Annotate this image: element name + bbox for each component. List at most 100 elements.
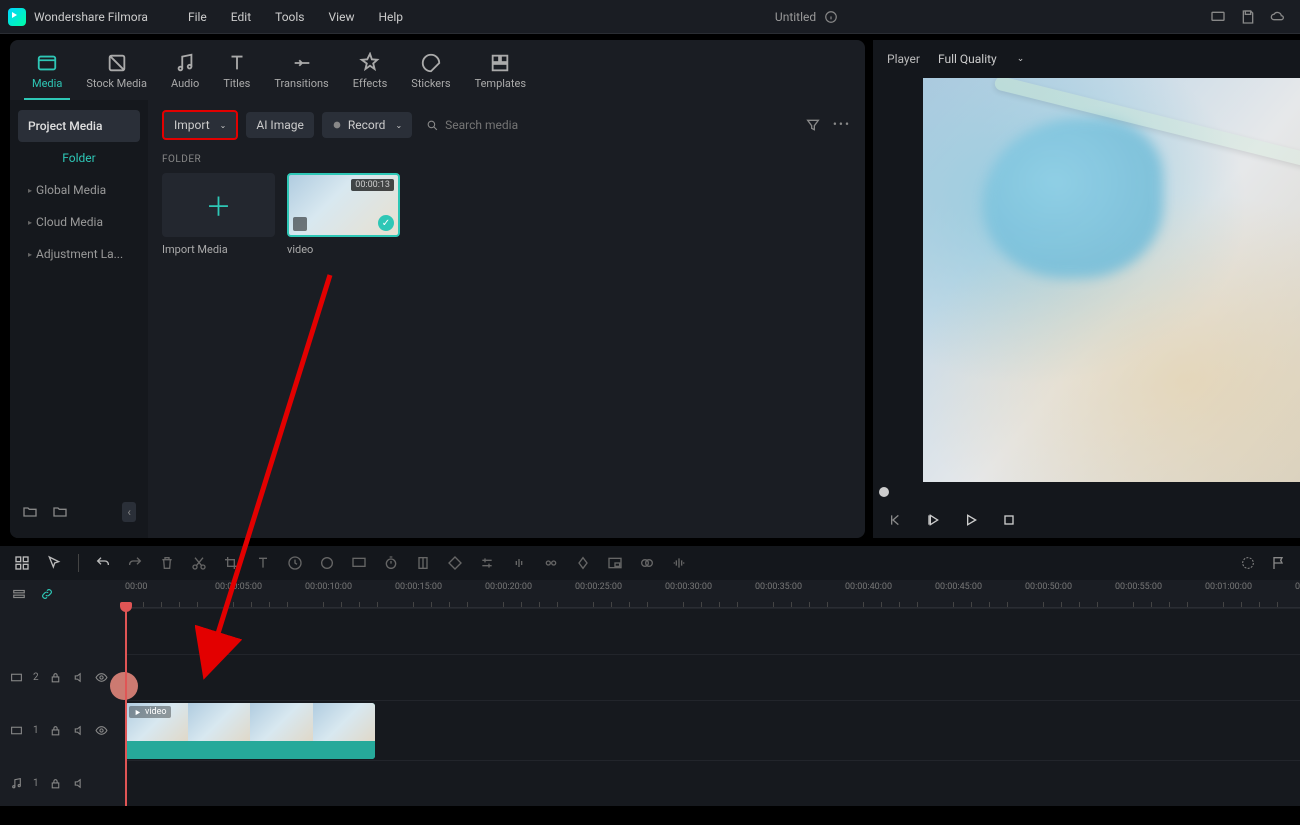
save-icon[interactable] [1240, 9, 1256, 25]
track-lane-v1[interactable]: video [125, 700, 1300, 760]
timeline: 00:0000:00:05:0000:00:10:0000:00:15:0000… [0, 546, 1300, 806]
project-title-area: Untitled [403, 10, 1210, 24]
tracks-area: 2 1 video [0, 608, 1300, 806]
info-icon[interactable] [824, 10, 838, 24]
play-button[interactable] [963, 512, 979, 528]
filter-icon[interactable] [805, 117, 821, 133]
project-title: Untitled [775, 10, 816, 24]
keyframe-icon[interactable] [575, 555, 591, 571]
tab-templates[interactable]: Templates [467, 48, 534, 100]
folder-icon[interactable] [52, 504, 68, 520]
sidebar-item-adjustment-layer[interactable]: ▸Adjustment La... [18, 238, 140, 270]
timeline-clip-video[interactable]: video [125, 703, 375, 759]
delete-icon[interactable] [159, 555, 175, 571]
audio-icon[interactable] [511, 555, 527, 571]
menu-tools[interactable]: Tools [275, 10, 304, 24]
preview-scrubber[interactable] [873, 482, 1300, 502]
menubar: File Edit Tools View Help [188, 10, 403, 24]
sidebar-item-folder[interactable]: Folder [18, 142, 140, 174]
group-icon[interactable] [543, 555, 559, 571]
tab-media[interactable]: Media [24, 48, 70, 100]
text-icon[interactable] [255, 555, 271, 571]
video-track-icon [10, 724, 23, 737]
sidebar-item-global-media[interactable]: ▸Global Media [18, 174, 140, 206]
cloud-icon[interactable] [1270, 9, 1286, 25]
collapse-sidebar-button[interactable]: ‹ [122, 502, 136, 522]
audio-track-icon [10, 777, 23, 790]
stop-button[interactable] [1001, 512, 1017, 528]
ai-image-button[interactable]: AI Image [246, 112, 313, 138]
cut-icon[interactable] [191, 555, 207, 571]
timeline-view-icon[interactable] [12, 587, 26, 601]
tab-stickers[interactable]: Stickers [403, 48, 458, 100]
adjust-icon[interactable] [479, 555, 495, 571]
tab-audio[interactable]: Audio [163, 48, 207, 100]
screen-icon2[interactable] [351, 555, 367, 571]
waveform-icon[interactable] [671, 555, 687, 571]
lock-icon[interactable] [49, 777, 62, 790]
prev-frame-button[interactable] [887, 512, 903, 528]
scrubber-handle[interactable] [879, 487, 889, 497]
screen-icon[interactable] [1210, 9, 1226, 25]
import-media-tile[interactable]: ＋ [162, 173, 275, 237]
video-track-icon [10, 671, 23, 684]
preview-viewport[interactable] [923, 78, 1300, 482]
play-pause-icon[interactable] [925, 512, 941, 528]
crop-icon[interactable] [223, 555, 239, 571]
mask-icon[interactable] [639, 555, 655, 571]
menu-view[interactable]: View [329, 10, 355, 24]
sidebar-item-project-media[interactable]: Project Media [18, 110, 140, 142]
play-controls [873, 502, 1300, 538]
audio-indicator [110, 672, 138, 700]
quality-select[interactable]: Full Quality⌄ [938, 52, 1024, 66]
sidebar-item-cloud-media[interactable]: ▸Cloud Media [18, 206, 140, 238]
pip-icon[interactable] [607, 555, 623, 571]
cursor-icon[interactable] [46, 555, 62, 571]
timeline-ruler[interactable]: 00:0000:00:05:0000:00:10:0000:00:15:0000… [125, 580, 1300, 608]
tag-icon[interactable] [447, 555, 463, 571]
new-folder-icon[interactable] [22, 504, 38, 520]
tab-titles[interactable]: Titles [215, 48, 258, 100]
link-icon[interactable] [40, 587, 54, 601]
thumb-duration: 00:00:13 [351, 179, 394, 191]
media-area: Import⌄ AI Image Record⌄ ••• FOLDER [148, 100, 865, 538]
track-spacer [0, 608, 1300, 654]
render-icon[interactable] [1240, 555, 1256, 571]
track-lane-a1[interactable] [125, 760, 1300, 806]
redo-icon[interactable] [127, 555, 143, 571]
titlebar-actions [1210, 9, 1292, 25]
tab-effects[interactable]: Effects [345, 48, 396, 100]
speed-icon[interactable] [287, 555, 303, 571]
lock-icon[interactable] [49, 724, 62, 737]
app-logo [8, 8, 26, 26]
mute-icon[interactable] [72, 724, 85, 737]
menu-edit[interactable]: Edit [231, 10, 251, 24]
menu-file[interactable]: File [188, 10, 207, 24]
grid-icon[interactable] [14, 555, 30, 571]
playhead[interactable] [125, 608, 127, 806]
lock-icon[interactable] [49, 671, 62, 684]
mute-icon[interactable] [72, 777, 85, 790]
tab-transitions[interactable]: Transitions [266, 48, 336, 100]
eye-icon[interactable] [95, 671, 108, 684]
menu-help[interactable]: Help [378, 10, 403, 24]
marker-icon[interactable] [415, 555, 431, 571]
import-button[interactable]: Import⌄ [162, 110, 238, 140]
timer-icon[interactable] [383, 555, 399, 571]
search-media[interactable] [420, 112, 797, 138]
track-lane-v2[interactable] [125, 654, 1300, 700]
color-icon[interactable] [319, 555, 335, 571]
video-track-2: 2 [0, 654, 1300, 700]
eye-icon[interactable] [95, 724, 108, 737]
mute-icon[interactable] [72, 671, 85, 684]
undo-icon[interactable] [95, 555, 111, 571]
tab-stock-media[interactable]: Stock Media [78, 48, 155, 100]
record-button[interactable]: Record⌄ [322, 112, 412, 138]
main-tabs: Media Stock Media Audio Titles Transitio… [10, 40, 865, 100]
more-icon[interactable]: ••• [833, 117, 851, 133]
flag-icon[interactable] [1270, 555, 1286, 571]
media-thumb-video[interactable]: 00:00:13 ✓ [287, 173, 400, 237]
search-input[interactable] [445, 118, 791, 132]
ruler-head [0, 580, 125, 608]
media-thumb-label: video [287, 243, 400, 256]
